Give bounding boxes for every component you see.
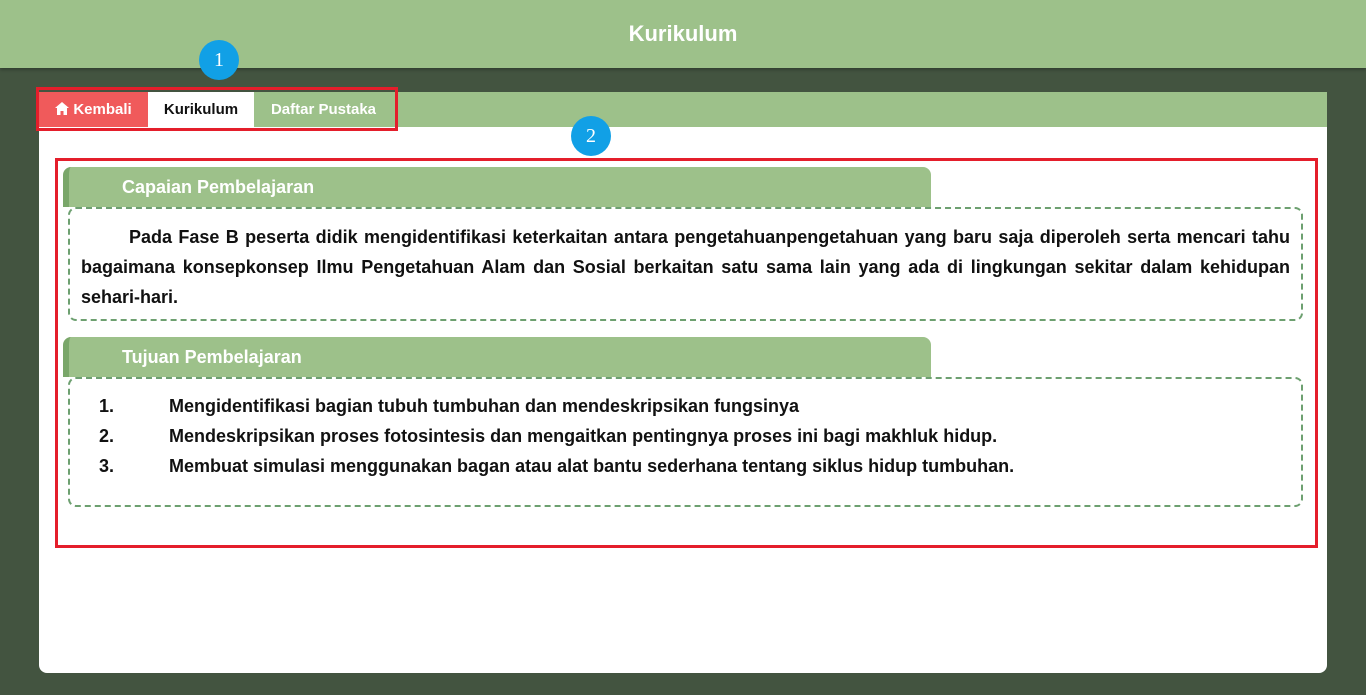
annotation-box-1 xyxy=(36,87,398,131)
page-title: Kurikulum xyxy=(628,21,738,46)
annotation-badge-1: 1 xyxy=(199,40,239,80)
annotation-badge-1-label: 1 xyxy=(214,48,224,71)
annotation-box-2 xyxy=(55,158,1318,548)
annotation-badge-2-label: 2 xyxy=(586,124,596,147)
annotation-badge-2: 2 xyxy=(571,116,611,156)
